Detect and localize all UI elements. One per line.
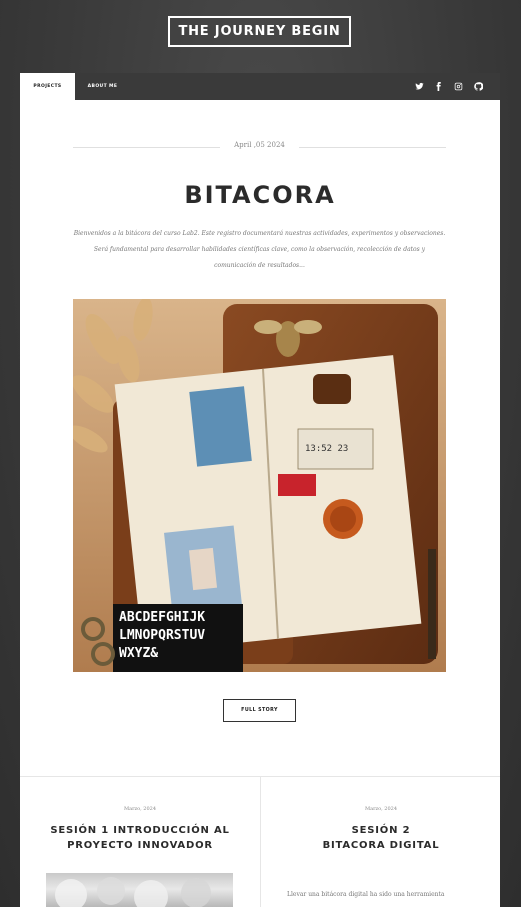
session-title-line1: SESIÓN 2	[351, 825, 411, 836]
post-date-row: April ,05 2024	[73, 141, 446, 153]
session-thumbnail-lightbulbs[interactable]	[46, 873, 233, 907]
post-title[interactable]: BITACORA	[20, 181, 500, 209]
session-title-line1: SESIÓN 1 INTRODUCCIÓN AL	[50, 825, 230, 836]
svg-text:13:52 23: 13:52 23	[305, 444, 348, 454]
site-title[interactable]: THE JOURNEY BEGIN	[168, 16, 351, 47]
github-icon[interactable]	[472, 80, 484, 92]
top-navbar: PROJECTS ABOUT ME	[20, 73, 500, 100]
session-date: Marzo, 2024	[364, 806, 398, 812]
divider-right	[299, 147, 446, 148]
instagram-icon[interactable]	[452, 80, 464, 92]
session-date: Marzo, 2024	[123, 806, 157, 812]
svg-text:WXYZ&: WXYZ&	[119, 646, 158, 661]
session-card-2: Marzo, 2024 SESIÓN 2 BITACORA DIGITAL Ll…	[261, 776, 501, 907]
session-excerpt: Llevar una bitácora digital ha sido una …	[287, 891, 445, 898]
facebook-icon[interactable]	[432, 80, 444, 92]
session-card-1: Marzo, 2024 SESIÓN 1 INTRODUCCIÓN AL PRO…	[20, 776, 260, 907]
main-card: PROJECTS ABOUT ME April ,05 2024 BITACOR…	[20, 73, 500, 907]
twitter-icon[interactable]	[413, 80, 425, 92]
full-story-button[interactable]: FULL STORY	[223, 699, 296, 722]
session-title-line2: PROYECTO INNOVADOR	[67, 840, 213, 851]
svg-text:LMNOPQRSTUV: LMNOPQRSTUV	[119, 628, 205, 643]
session-title-line2: BITACORA DIGITAL	[322, 840, 440, 851]
tab-about-me[interactable]: ABOUT ME	[75, 73, 130, 100]
post-excerpt: Bienvenidos a la bitácora del curso Lab2…	[73, 230, 446, 269]
svg-text:ABCDEFGHIJK: ABCDEFGHIJK	[119, 610, 205, 625]
hero-image-journal[interactable]: 13:52 23 ABCDEFGHIJK LMNOPQRSTUV WXYZ&	[73, 299, 446, 672]
session-title[interactable]: SESIÓN 1 INTRODUCCIÓN AL PROYECTO INNOVA…	[40, 823, 240, 853]
journal-illustration: 13:52 23 ABCDEFGHIJK LMNOPQRSTUV WXYZ&	[73, 299, 446, 672]
lightbulbs-image	[55, 877, 211, 907]
tab-projects[interactable]: PROJECTS	[20, 73, 75, 100]
session-title[interactable]: SESIÓN 2 BITACORA DIGITAL	[281, 823, 481, 853]
